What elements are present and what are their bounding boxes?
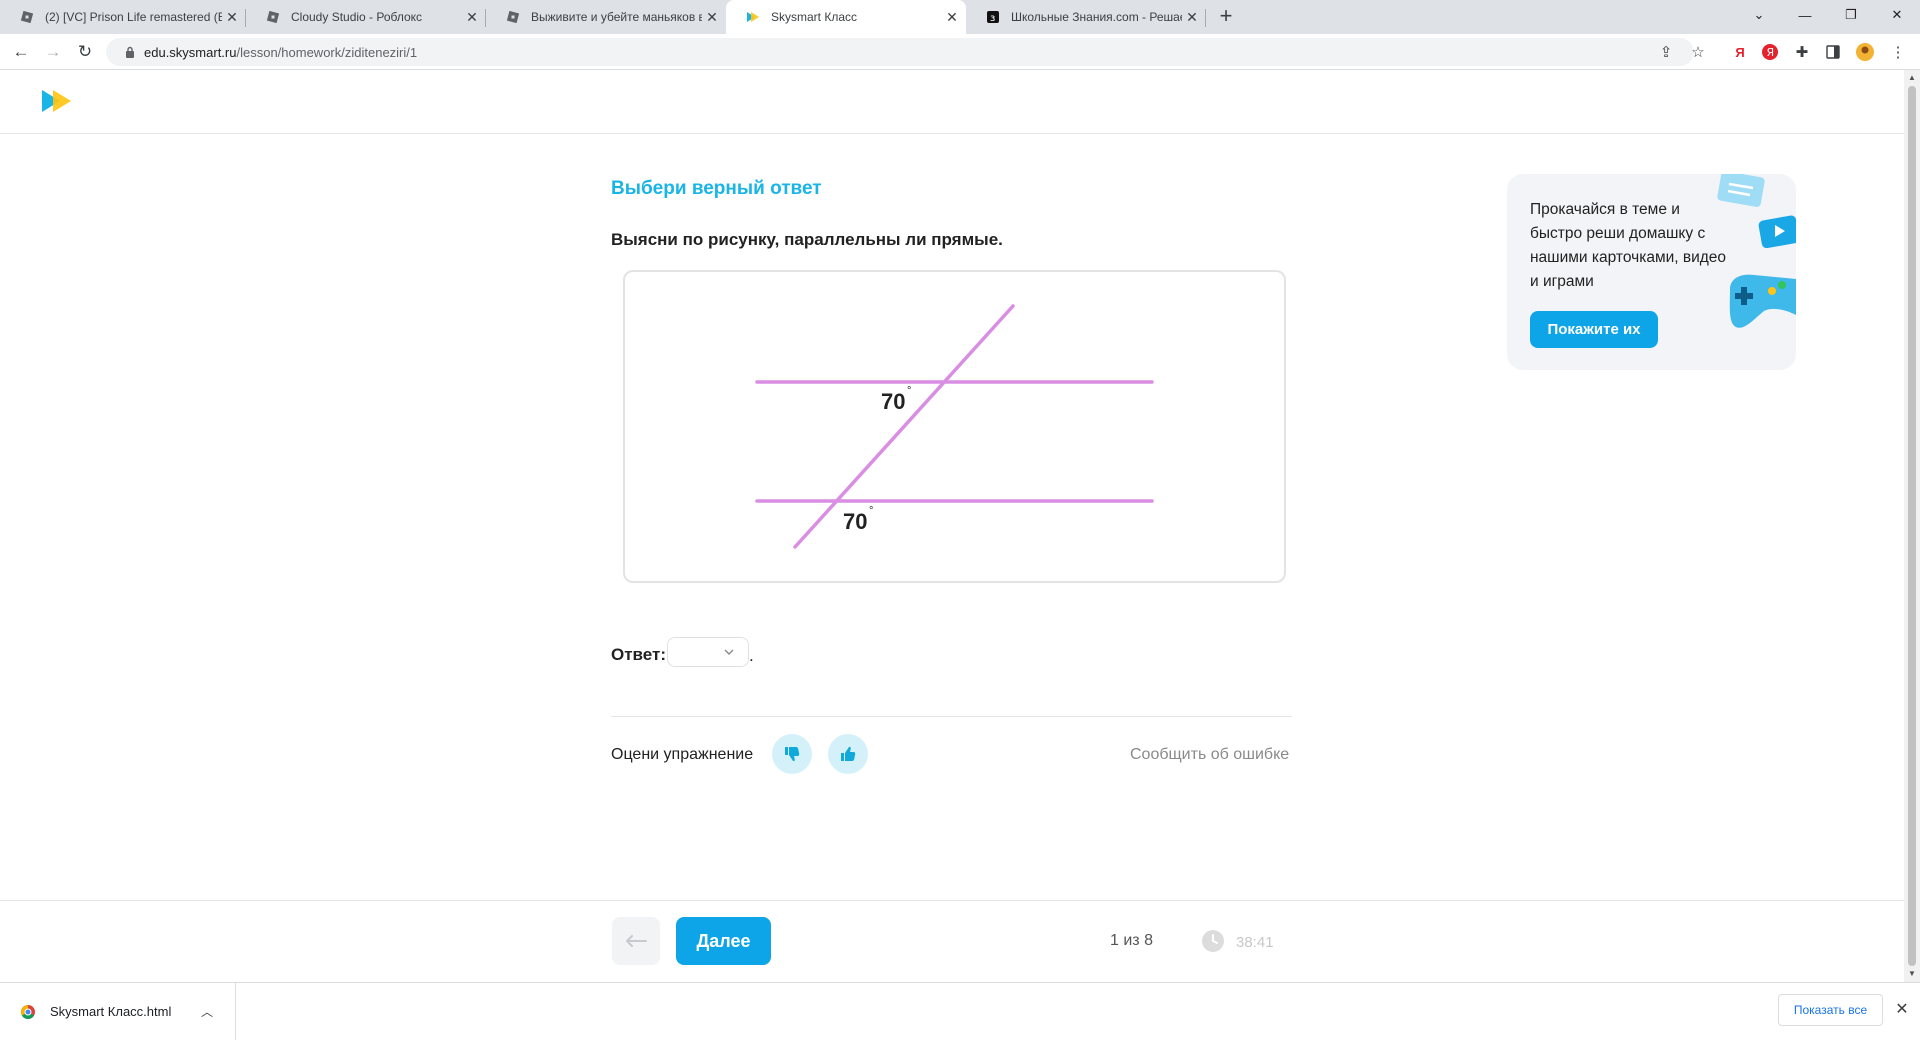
bookmark-star-icon[interactable]: ☆ (1684, 38, 1712, 66)
tab-title: Школьные Знания.com - Решае (1011, 10, 1182, 24)
cards-illustration-icon (1717, 174, 1765, 207)
url-host: edu.skysmart.ru (144, 44, 237, 60)
close-shelf-icon[interactable]: ✕ (1893, 999, 1911, 1021)
geometry-figure: 70 ° 70 ° (623, 270, 1286, 583)
close-window-button[interactable]: ✕ (1874, 0, 1920, 30)
close-tab-icon[interactable]: ✕ (1182, 7, 1202, 27)
degree-symbol-bottom: ° (869, 505, 873, 517)
url-path: /lesson/homework/ziditeneziri/1 (236, 44, 418, 60)
minimize-button[interactable]: — (1782, 0, 1828, 30)
rate-label: Оцени упражнение (611, 746, 754, 763)
exercise-counter: 1 из 8 (1110, 932, 1153, 949)
like-button[interactable] (828, 734, 868, 774)
footer-divider (0, 900, 1904, 901)
skysmart-icon (747, 12, 759, 22)
side-panel-icon[interactable] (1819, 38, 1847, 66)
angle-label-bottom: 70 (843, 509, 867, 534)
thumbs-up-icon (841, 746, 856, 761)
roblox-icon (506, 10, 520, 24)
znania-icon: з (987, 11, 999, 24)
chrome-file-icon (21, 1004, 35, 1019)
promo-text: Прокачайся в теме и быстро реши домашку … (1530, 201, 1727, 290)
back-icon[interactable]: ← (7, 39, 35, 65)
lock-icon[interactable] (118, 46, 142, 58)
page-content: Выбери верный ответ Выясни по рисунку, п… (0, 70, 1904, 982)
reload-icon[interactable]: ↻ (71, 39, 99, 65)
download-file-name: Skysmart Класс.html (50, 1004, 172, 1019)
skysmart-logo[interactable] (40, 88, 80, 114)
roblox-icon (266, 10, 280, 24)
divider (611, 716, 1292, 717)
tab-title: Выживите и убейте маньяков в (531, 10, 702, 24)
scroll-up-icon[interactable]: ▲ (1904, 70, 1920, 86)
promo-card: Прокачайся в теме и быстро реши домашку … (1507, 174, 1796, 370)
dislike-button[interactable] (772, 734, 812, 774)
address-bar[interactable]: edu.skysmart.ru/lesson/homework/ziditene… (106, 38, 1694, 66)
download-shelf: Skysmart Класс.html ︿ Показать все ✕ (0, 982, 1920, 1040)
arrow-left-icon (625, 935, 647, 947)
angle-label-top: 70 (881, 389, 905, 414)
previous-button[interactable] (612, 917, 660, 965)
site-header (0, 70, 1904, 134)
download-item[interactable]: Skysmart Класс.html ︿ (0, 983, 236, 1040)
share-icon[interactable]: ⇪ (1652, 38, 1680, 66)
url-text: edu.skysmart.ru/lesson/homework/ziditene… (144, 45, 417, 60)
close-tab-icon[interactable]: ✕ (942, 7, 962, 27)
svg-text:з: з (990, 13, 995, 24)
roblox-icon (20, 10, 34, 24)
next-button[interactable]: Далее (676, 917, 771, 965)
parallel-lines-drawing: 70 ° 70 ° (755, 304, 1154, 549)
close-tab-icon[interactable]: ✕ (462, 7, 482, 27)
exercise-title: Выбери верный ответ (611, 178, 822, 199)
clock-icon (1202, 930, 1224, 952)
scroll-down-icon[interactable]: ▼ (1904, 966, 1920, 982)
tab-maniacs[interactable]: Выживите и убейте маньяков в ✕ (486, 0, 726, 34)
tab-prison-life[interactable]: (2) [VC] Prison Life remastered (В ✕ (0, 0, 246, 34)
tab-title: Cloudy Studio - Роблокс (291, 10, 423, 24)
chevron-down-icon (724, 649, 734, 655)
task-text: Выясни по рисунку, параллельны ли прямые… (611, 230, 1003, 249)
tab-title: (2) [VC] Prison Life remastered (В (45, 10, 222, 24)
tab-cloudy-studio[interactable]: Cloudy Studio - Роблокс ✕ (246, 0, 486, 34)
svg-text:Я: Я (1767, 46, 1775, 59)
restore-button[interactable]: ❐ (1828, 0, 1874, 30)
close-tab-icon[interactable]: ✕ (702, 7, 722, 27)
transversal-line (793, 304, 1015, 549)
extensions-puzzle-icon[interactable]: ✚ (1788, 38, 1816, 66)
browser-menu-icon[interactable]: ⋮ (1884, 38, 1912, 66)
forward-icon[interactable]: → (39, 39, 67, 65)
chevron-up-icon[interactable]: ︿ (197, 1003, 217, 1020)
video-illustration-icon (1758, 215, 1796, 248)
new-tab-button[interactable]: + (1213, 5, 1239, 29)
browser-toolbar: ← → ↻ edu.skysmart.ru/lesson/homework/zi… (0, 34, 1920, 70)
tab-skysmart[interactable]: Skysmart Класс ✕ (726, 0, 966, 34)
timer-text: 38:41 (1236, 934, 1274, 951)
tab-strip: (2) [VC] Prison Life remastered (В ✕ Clo… (0, 0, 1920, 34)
degree-symbol-top: ° (907, 385, 911, 397)
gamepad-illustration-icon (1729, 274, 1796, 328)
profile-avatar-icon[interactable] (1851, 38, 1879, 66)
answer-suffix: . (749, 646, 754, 665)
report-error-link[interactable]: Сообщить об ошибке (1130, 746, 1289, 764)
show-them-button[interactable]: Покажите их (1530, 311, 1658, 348)
yandex-icon[interactable]: Я (1726, 38, 1754, 66)
close-tab-icon[interactable]: ✕ (222, 7, 242, 27)
page-scrollbar[interactable]: ▲ ▼ (1904, 70, 1920, 982)
answer-dropdown[interactable] (667, 637, 749, 667)
thumbs-down-icon (785, 747, 800, 762)
tab-znania[interactable]: з Школьные Знания.com - Решае ✕ (966, 0, 1206, 34)
answer-label: Ответ: (611, 645, 666, 664)
scrollbar-thumb[interactable] (1908, 86, 1916, 966)
tab-title: Skysmart Класс (771, 10, 858, 24)
tab-search-icon[interactable]: ⌄ (1736, 0, 1782, 30)
yandex-extension-icon[interactable]: Я (1756, 38, 1784, 66)
show-all-button[interactable]: Показать все (1778, 994, 1883, 1026)
